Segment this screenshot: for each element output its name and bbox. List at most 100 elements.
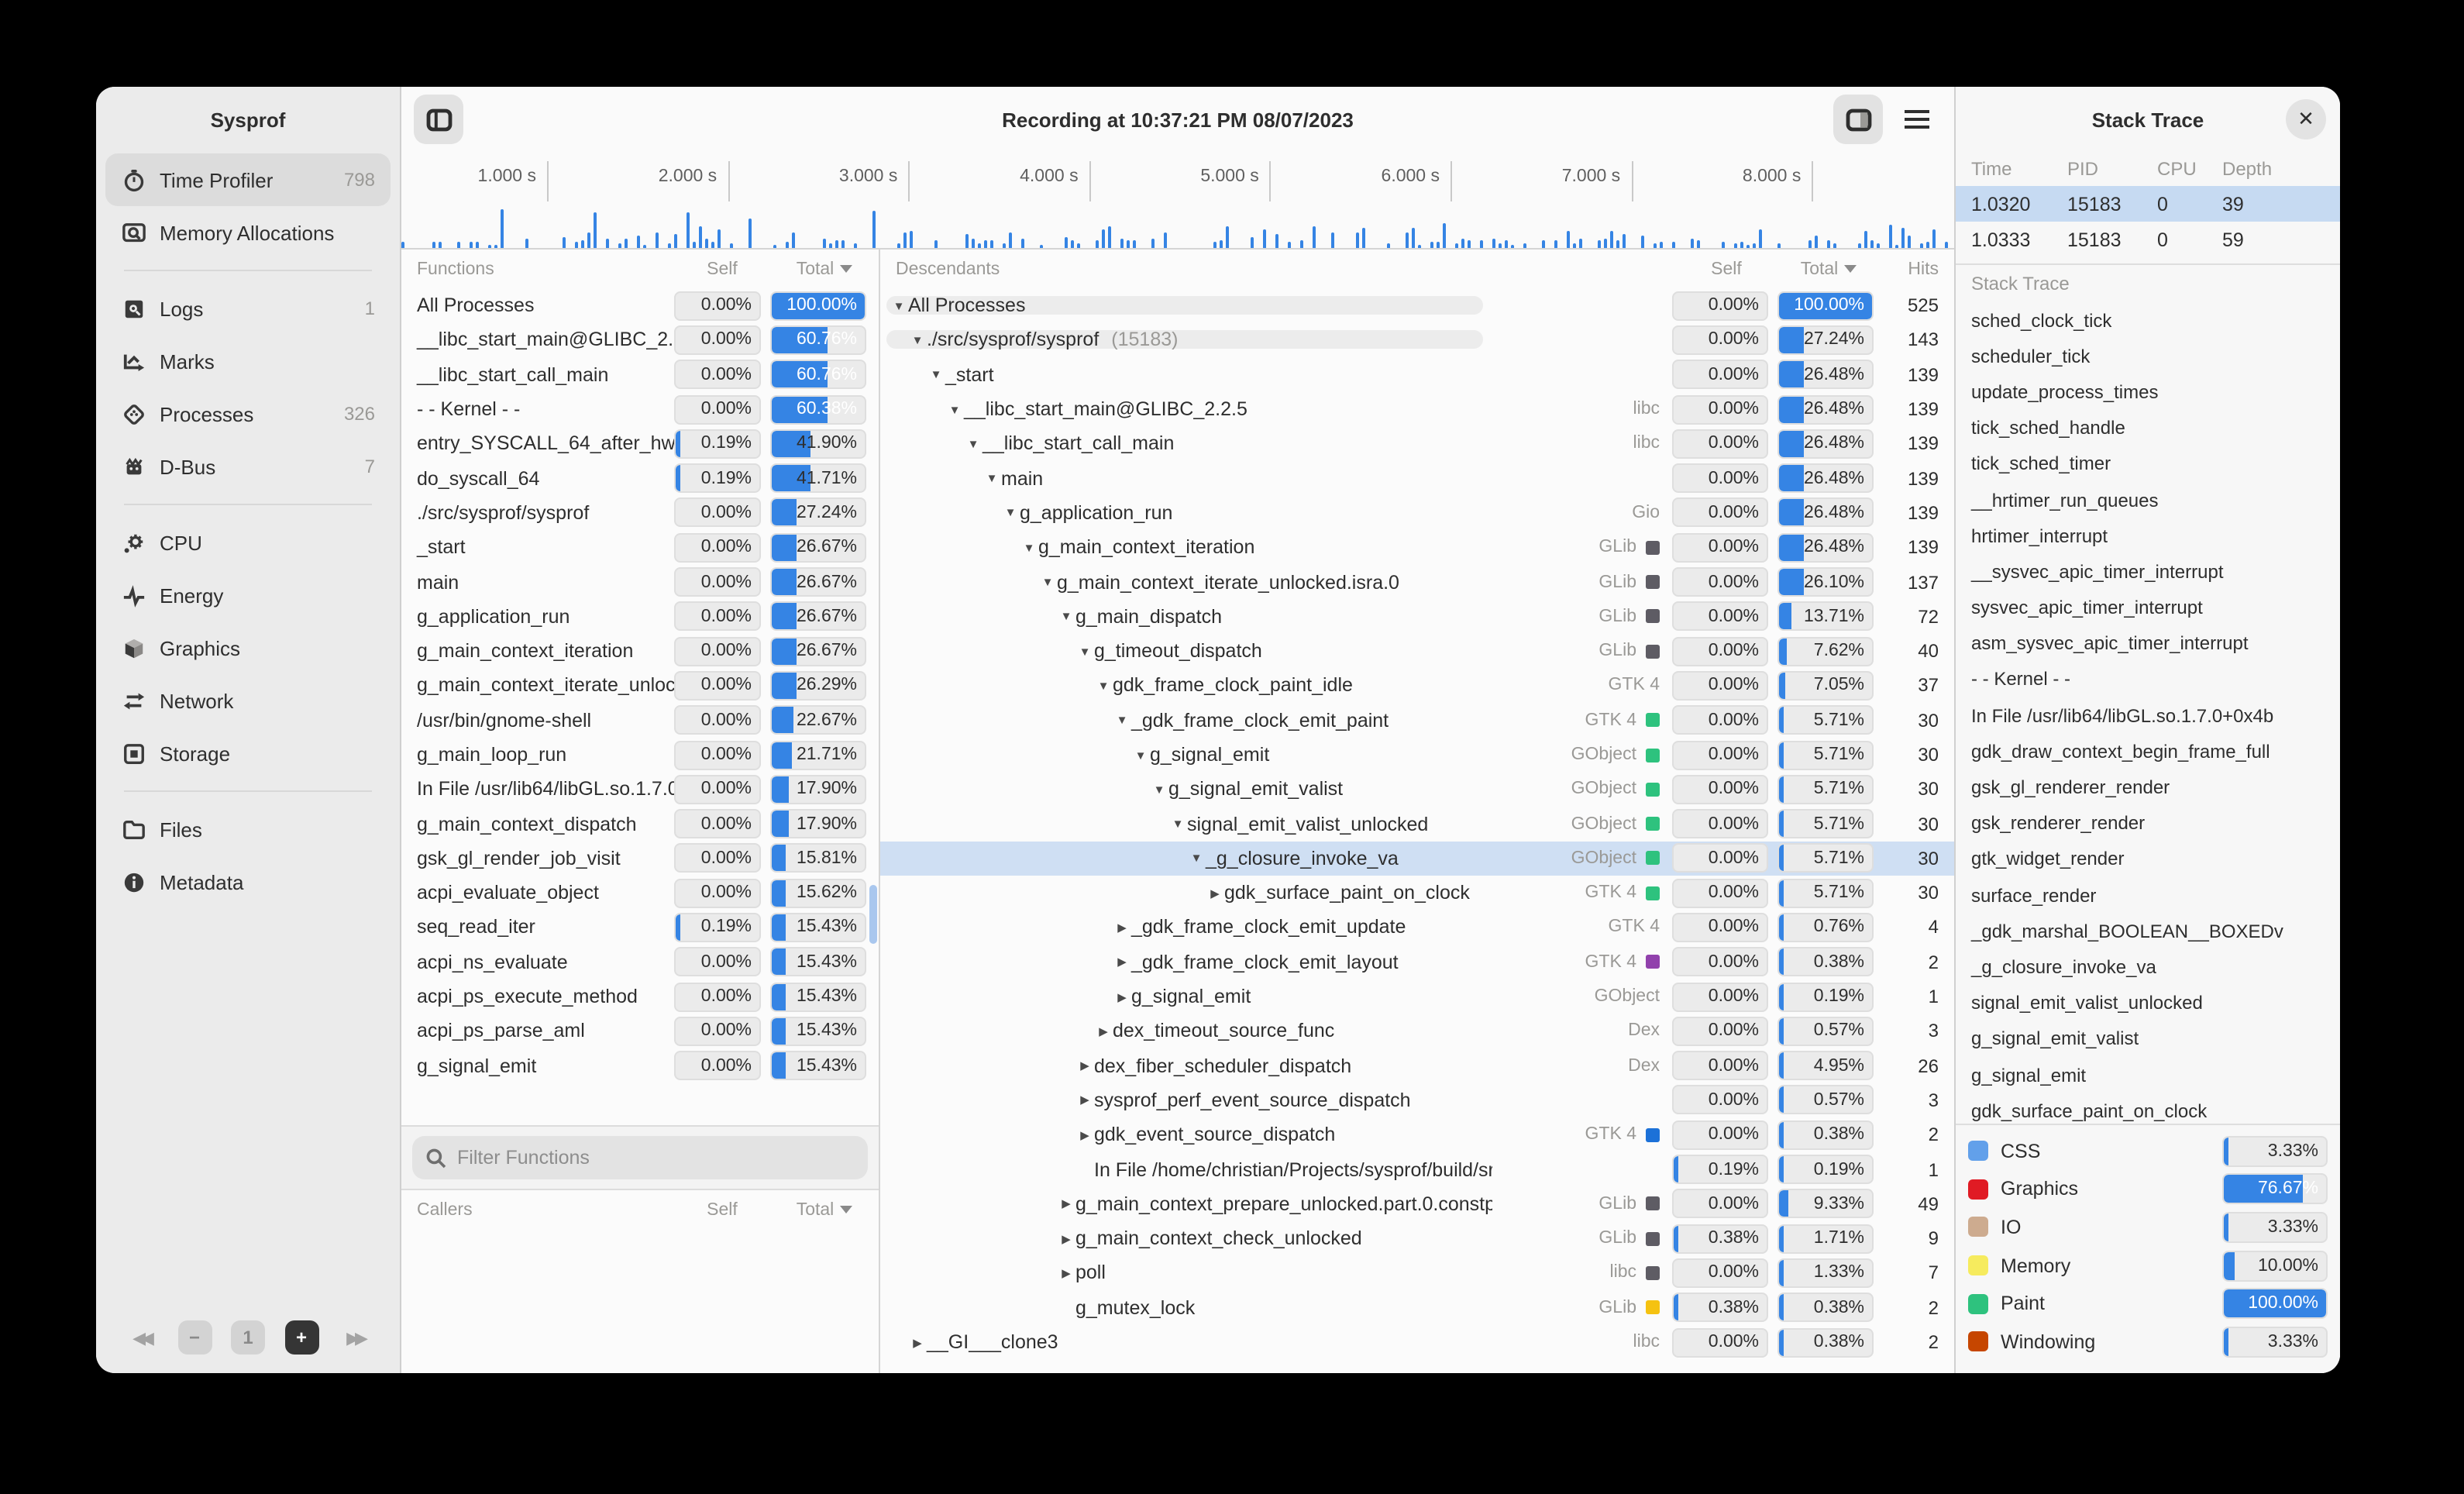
descendant-row[interactable]: In File /home/christian/Projects/sysprof… bbox=[880, 1152, 1954, 1187]
zoom-out-button[interactable]: − bbox=[177, 1320, 212, 1355]
sidebar-item-graphics[interactable]: Graphics bbox=[105, 621, 391, 674]
descendant-row[interactable]: ▼g_timeout_dispatchGLib0.00%7.62%40 bbox=[880, 634, 1954, 669]
total-column-header[interactable]: Total bbox=[770, 260, 879, 278]
descendant-row[interactable]: ▼_g_closure_invoke_vaGObject0.00%5.71%30 bbox=[880, 842, 1954, 876]
stack-frame[interactable]: gdk_surface_paint_on_clock bbox=[1956, 1093, 2340, 1124]
function-row[interactable]: acpi_ps_parse_aml0.00%15.43% bbox=[401, 1014, 879, 1048]
descendant-row[interactable]: ▼signal_emit_valist_unlockedGObject0.00%… bbox=[880, 807, 1954, 842]
function-row[interactable]: In File /usr/lib64/libGL.so.1.7.00.00%17… bbox=[401, 772, 879, 807]
descendant-row[interactable]: ▼main0.00%26.48%139 bbox=[880, 461, 1954, 496]
function-row[interactable]: __libc_start_main@GLIBC_2.2.50.00%60.76% bbox=[401, 323, 879, 358]
descendant-row[interactable]: ▶gdk_surface_paint_on_clockGTK 40.00%5.7… bbox=[880, 876, 1954, 911]
sample-row[interactable]: 1.032015183039 bbox=[1956, 186, 2340, 222]
stack-frame[interactable]: gtk_widget_render bbox=[1956, 842, 2340, 877]
expander-open-icon[interactable]: ▼ bbox=[1020, 540, 1038, 554]
stack-frame[interactable]: In File /usr/lib64/libGL.so.1.7.0+0x4b bbox=[1956, 697, 2340, 733]
expander-open-icon[interactable]: ▼ bbox=[1075, 644, 1094, 658]
timeline[interactable]: 1.000 s2.000 s3.000 s4.000 s5.000 s6.000… bbox=[401, 152, 1954, 248]
descendant-row[interactable]: ▶_gdk_frame_clock_emit_updateGTK 40.00%0… bbox=[880, 911, 1954, 945]
descendant-row[interactable]: ▼__libc_start_main@GLIBC_2.2.5libc0.00%2… bbox=[880, 392, 1954, 427]
expander-open-icon[interactable]: ▼ bbox=[890, 298, 908, 312]
expander-closed-icon[interactable]: ▶ bbox=[1094, 1024, 1113, 1038]
descendant-row[interactable]: ▼_start0.00%26.48%139 bbox=[880, 357, 1954, 392]
sidebar-item-cpu[interactable]: CPU bbox=[105, 516, 391, 569]
function-row[interactable]: main0.00%26.67% bbox=[401, 565, 879, 600]
time-column-header[interactable]: Time bbox=[1956, 158, 2067, 180]
stack-frame[interactable]: __sysvec_apic_timer_interrupt bbox=[1956, 554, 2340, 590]
expander-open-icon[interactable]: ▼ bbox=[983, 471, 1001, 485]
expander-closed-icon[interactable]: ▶ bbox=[1057, 1231, 1075, 1245]
descendant-row[interactable]: ▶sysprof_perf_event_source_dispatch0.00%… bbox=[880, 1083, 1954, 1118]
expander-closed-icon[interactable]: ▶ bbox=[908, 1335, 927, 1349]
descendant-row[interactable]: ▶gdk_event_source_dispatchGTK 40.00%0.38… bbox=[880, 1117, 1954, 1152]
sidebar-item-energy[interactable]: Energy bbox=[105, 569, 391, 621]
callers-self-column-header[interactable]: Self bbox=[674, 1200, 770, 1219]
expander-closed-icon[interactable]: ▶ bbox=[1075, 1059, 1094, 1072]
sample-row[interactable]: 1.033315183059 bbox=[1956, 222, 2340, 257]
expander-open-icon[interactable]: ▼ bbox=[1187, 852, 1206, 866]
function-row[interactable]: g_main_context_iteration0.00%26.67% bbox=[401, 634, 879, 669]
descendant-row[interactable]: ▶dex_fiber_scheduler_dispatchDex0.00%4.9… bbox=[880, 1048, 1954, 1083]
descendant-row[interactable]: ▶__GI___clone3libc0.00%0.38%2 bbox=[880, 1325, 1954, 1360]
expander-open-icon[interactable]: ▼ bbox=[1038, 575, 1057, 589]
stack-frame[interactable]: update_process_times bbox=[1956, 374, 2340, 410]
descendant-row[interactable]: ▼g_main_context_iterationGLib0.00%26.48%… bbox=[880, 530, 1954, 565]
toggle-right-panel-button[interactable] bbox=[1833, 95, 1883, 144]
function-row[interactable]: entry_SYSCALL_64_after_hwframe0.19%41.90… bbox=[401, 426, 879, 461]
zoom-in-button[interactable]: + bbox=[284, 1320, 318, 1355]
expander-closed-icon[interactable]: ▶ bbox=[1206, 886, 1224, 900]
sidebar-item-marks[interactable]: Marks bbox=[105, 335, 391, 387]
function-row[interactable]: /usr/bin/gnome-shell0.00%22.67% bbox=[401, 703, 879, 738]
stack-frame[interactable]: _g_closure_invoke_va bbox=[1956, 949, 2340, 985]
function-row[interactable]: g_application_run0.00%26.67% bbox=[401, 599, 879, 634]
function-row[interactable]: do_syscall_640.19%41.71% bbox=[401, 461, 879, 496]
sidebar-item-network[interactable]: Network bbox=[105, 674, 391, 727]
stack-frame[interactable]: scheduler_tick bbox=[1956, 338, 2340, 374]
sidebar-item-time-profiler[interactable]: Time Profiler798 bbox=[105, 153, 391, 206]
descendant-row[interactable]: ▼gdk_frame_clock_paint_idleGTK 40.00%7.0… bbox=[880, 669, 1954, 704]
sidebar-item-memory-allocations[interactable]: Memory Allocations bbox=[105, 206, 391, 259]
expander-open-icon[interactable]: ▼ bbox=[908, 333, 927, 347]
descendant-row[interactable]: ▶_gdk_frame_clock_emit_layoutGTK 40.00%0… bbox=[880, 945, 1954, 979]
descendant-row[interactable]: ▶g_signal_emitGObject0.00%0.19%1 bbox=[880, 979, 1954, 1014]
sidebar-item-storage[interactable]: Storage bbox=[105, 727, 391, 780]
stack-frame[interactable]: tick_sched_timer bbox=[1956, 446, 2340, 482]
descendant-row[interactable]: ▼g_main_dispatchGLib0.00%13.71%72 bbox=[880, 599, 1954, 634]
function-row[interactable]: - - Kernel - -0.00%60.38% bbox=[401, 392, 879, 427]
function-row[interactable]: acpi_evaluate_object0.00%15.62% bbox=[401, 876, 879, 911]
close-panel-button[interactable]: ✕ bbox=[2286, 99, 2326, 139]
hits-column-header[interactable]: Hits bbox=[1880, 260, 1954, 278]
descendant-row[interactable]: ▼g_signal_emit_valistGObject0.00%5.71%30 bbox=[880, 772, 1954, 807]
sidebar-item-logs[interactable]: Logs1 bbox=[105, 282, 391, 335]
stack-frame[interactable]: __hrtimer_run_queues bbox=[1956, 482, 2340, 518]
stack-frame[interactable]: gdk_draw_context_begin_frame_full bbox=[1956, 734, 2340, 769]
function-row[interactable]: g_main_context_iterate_unlocked0.00%26.2… bbox=[401, 669, 879, 704]
expander-open-icon[interactable]: ▼ bbox=[945, 402, 964, 416]
expander-open-icon[interactable]: ▼ bbox=[1168, 817, 1187, 831]
expander-open-icon[interactable]: ▼ bbox=[964, 437, 983, 451]
stack-frame[interactable]: gsk_gl_renderer_render bbox=[1956, 769, 2340, 805]
expander-open-icon[interactable]: ▼ bbox=[1150, 783, 1168, 797]
expander-closed-icon[interactable]: ▶ bbox=[1113, 955, 1131, 969]
expander-open-icon[interactable]: ▼ bbox=[1131, 748, 1150, 762]
function-row[interactable]: seq_read_iter0.19%15.43% bbox=[401, 911, 879, 945]
descendant-row[interactable]: ▶polllibc0.00%1.33%7 bbox=[880, 1256, 1954, 1291]
functions-scrollbar[interactable] bbox=[869, 885, 877, 944]
function-row[interactable]: gsk_gl_render_job_visit0.00%15.81% bbox=[401, 842, 879, 876]
function-row[interactable]: ./src/sysprof/sysprof0.00%27.24% bbox=[401, 496, 879, 531]
expander-open-icon[interactable]: ▼ bbox=[1094, 679, 1113, 693]
descendant-row[interactable]: ▼__libc_start_call_mainlibc0.00%26.48%13… bbox=[880, 426, 1954, 461]
descendant-row[interactable]: ▼g_signal_emitGObject0.00%5.71%30 bbox=[880, 738, 1954, 773]
expander-open-icon[interactable]: ▼ bbox=[927, 367, 945, 381]
stack-frame[interactable]: asm_sysvec_apic_timer_interrupt bbox=[1956, 625, 2340, 661]
descendants-total-column-header[interactable]: Total bbox=[1777, 260, 1880, 278]
function-row[interactable]: All Processes0.00%100.00% bbox=[401, 288, 879, 323]
expander-closed-icon[interactable]: ▶ bbox=[1113, 921, 1131, 935]
expander-open-icon[interactable]: ▼ bbox=[1113, 713, 1131, 727]
stack-frame[interactable]: tick_sched_handle bbox=[1956, 410, 2340, 446]
self-column-header[interactable]: Self bbox=[674, 260, 770, 278]
pid-column-header[interactable]: PID bbox=[2067, 158, 2157, 180]
stack-frame[interactable]: - - Kernel - - bbox=[1956, 662, 2340, 697]
function-row[interactable]: _start0.00%26.67% bbox=[401, 530, 879, 565]
expander-open-icon[interactable]: ▼ bbox=[1057, 610, 1075, 624]
